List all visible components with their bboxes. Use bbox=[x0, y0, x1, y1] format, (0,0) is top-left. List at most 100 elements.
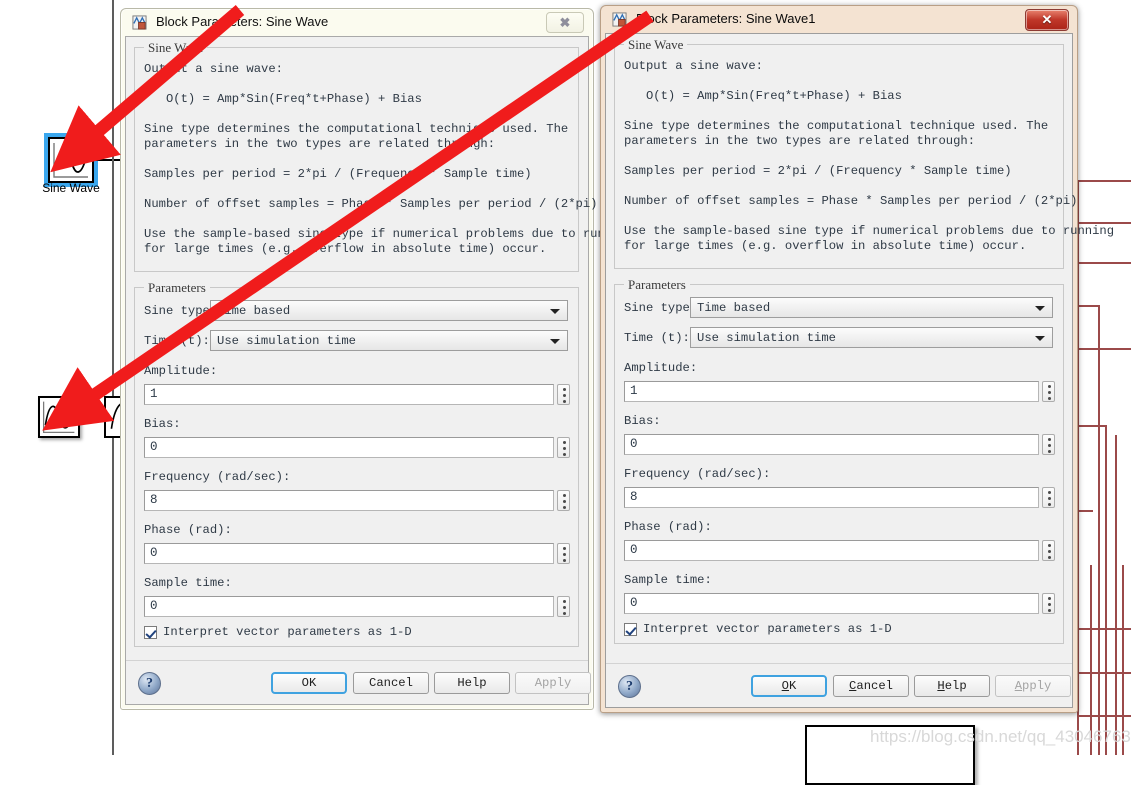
time-t-value: Use simulation time bbox=[697, 331, 836, 345]
description-text: Output a sine wave: O(t) = Amp*Sin(Freq*… bbox=[624, 59, 1115, 253]
frequency-input[interactable]: 8 bbox=[144, 490, 554, 511]
sample-time-input[interactable]: 0 bbox=[624, 593, 1039, 614]
bias-label: Bias: bbox=[624, 414, 661, 428]
sample-time-stepper[interactable] bbox=[557, 596, 570, 617]
help-info-icon[interactable]: ? bbox=[138, 672, 161, 695]
sample-time-label: Sample time: bbox=[624, 573, 712, 587]
chevron-down-icon bbox=[1035, 336, 1045, 341]
description-text: Output a sine wave: O(t) = Amp*Sin(Freq*… bbox=[144, 62, 634, 256]
time-t-value: Use simulation time bbox=[217, 334, 356, 348]
chevron-down-icon bbox=[1035, 306, 1045, 311]
parameters-group-title: Parameters bbox=[144, 280, 210, 296]
sample-time-input[interactable]: 0 bbox=[144, 596, 554, 617]
frequency-value: 8 bbox=[150, 493, 158, 507]
help-info-icon[interactable]: ? bbox=[618, 675, 641, 698]
bus-line-h-8 bbox=[1077, 628, 1131, 630]
parameters-group-title: Parameters bbox=[624, 277, 690, 293]
frequency-stepper[interactable] bbox=[557, 490, 570, 511]
bus-line-h-3 bbox=[1077, 262, 1131, 264]
block-parameters-dialog-sine-wave[interactable]: Block Parameters: Sine Wave ✖ Sine Wave … bbox=[120, 8, 634, 710]
dialog-titlebar[interactable]: Block Parameters: Sine Wave ✖ bbox=[120, 8, 594, 36]
frequency-input[interactable]: 8 bbox=[624, 487, 1039, 508]
sine-type-label: Sine type: bbox=[624, 301, 698, 315]
bias-label: Bias: bbox=[144, 417, 181, 431]
bus-line-h-7 bbox=[1077, 510, 1093, 512]
chevron-down-icon bbox=[550, 339, 560, 344]
phase-stepper[interactable] bbox=[557, 543, 570, 564]
simulink-block-icon bbox=[132, 15, 147, 30]
bias-stepper[interactable] bbox=[1042, 434, 1055, 455]
time-t-label: Time (t): bbox=[144, 334, 210, 348]
phase-input[interactable]: 0 bbox=[624, 540, 1039, 561]
block-parameters-dialog-sine-wave1[interactable]: Block Parameters: Sine Wave1 ✕ Sine Wave… bbox=[600, 5, 1114, 713]
ok-button-label-wrap[interactable]: OK bbox=[751, 675, 827, 697]
close-button[interactable]: ✕ bbox=[1025, 9, 1069, 31]
amplitude-input[interactable]: 1 bbox=[144, 384, 554, 405]
dialog-button-bar: ? OK Cancel Help Apply bbox=[606, 663, 1072, 707]
interpret-vector-label: Interpret vector parameters as 1-D bbox=[643, 622, 892, 636]
sample-time-stepper[interactable] bbox=[1042, 593, 1055, 614]
phase-value: 0 bbox=[630, 543, 638, 557]
help-button-label: Help bbox=[457, 676, 487, 690]
sine-wave-block-top-label: Sine Wave bbox=[42, 181, 100, 195]
cancel-button-label: Cancel bbox=[849, 679, 893, 693]
dialog-titlebar[interactable]: Block Parameters: Sine Wave1 ✕ bbox=[600, 5, 1078, 33]
help-button[interactable]: Help bbox=[434, 672, 510, 694]
amplitude-label: Amplitude: bbox=[144, 364, 218, 378]
sine-wave-glyph bbox=[53, 143, 88, 178]
help-button-label: Help bbox=[937, 679, 967, 693]
bias-stepper[interactable] bbox=[557, 437, 570, 458]
dialog-client-area: Sine Wave Output a sine wave: O(t) = Amp… bbox=[605, 33, 1114, 708]
time-t-combo[interactable]: Use simulation time bbox=[210, 330, 568, 351]
sine-wave-block-top[interactable] bbox=[44, 133, 98, 187]
phase-label: Phase (rad): bbox=[144, 523, 232, 537]
help-button-label-wrap[interactable]: Help bbox=[914, 675, 990, 697]
chevron-down-icon bbox=[550, 309, 560, 314]
sine-wave-block-bottom[interactable] bbox=[38, 396, 80, 438]
interpret-vector-checkbox[interactable] bbox=[144, 625, 157, 639]
frequency-value: 8 bbox=[630, 490, 638, 504]
dialog-title: Block Parameters: Sine Wave bbox=[156, 14, 329, 29]
sine-wave-glyph bbox=[42, 401, 75, 434]
apply-button: Apply bbox=[515, 672, 591, 694]
description-group: Sine Wave Output a sine wave: O(t) = Amp… bbox=[134, 40, 634, 272]
cancel-button-label-wrap[interactable]: Cancel bbox=[833, 675, 909, 697]
amplitude-stepper[interactable] bbox=[1042, 381, 1055, 402]
cancel-button[interactable]: Cancel bbox=[353, 672, 429, 694]
sine-type-label: Sine type: bbox=[144, 304, 218, 318]
phase-input[interactable]: 0 bbox=[144, 543, 554, 564]
simulink-block-icon bbox=[612, 12, 627, 27]
sine-type-combo[interactable]: Time based bbox=[210, 300, 568, 321]
bias-value: 0 bbox=[150, 440, 158, 454]
sample-time-value: 0 bbox=[150, 599, 158, 613]
bias-input[interactable]: 0 bbox=[144, 437, 554, 458]
phase-stepper[interactable] bbox=[1042, 540, 1055, 561]
interpret-vector-checkbox-row[interactable]: Interpret vector parameters as 1-D bbox=[144, 625, 412, 639]
ok-button[interactable]: OK bbox=[271, 672, 347, 694]
bias-input[interactable]: 0 bbox=[624, 434, 1039, 455]
description-group-title: Sine Wave bbox=[624, 37, 688, 53]
ok-button-label: OK bbox=[301, 676, 317, 690]
close-icon: ✖ bbox=[559, 14, 571, 30]
time-t-label: Time (t): bbox=[624, 331, 690, 345]
frequency-stepper[interactable] bbox=[1042, 487, 1055, 508]
time-t-combo[interactable]: Use simulation time bbox=[690, 327, 1053, 348]
sample-time-value: 0 bbox=[630, 596, 638, 610]
ok-button-label: OK bbox=[781, 679, 797, 693]
close-button[interactable]: ✖ bbox=[546, 12, 584, 33]
description-group: Sine Wave Output a sine wave: O(t) = Amp… bbox=[614, 37, 1114, 269]
sine-type-combo[interactable]: Time based bbox=[690, 297, 1053, 318]
amplitude-input[interactable]: 1 bbox=[624, 381, 1039, 402]
amplitude-stepper[interactable] bbox=[557, 384, 570, 405]
interpret-vector-checkbox-row[interactable]: Interpret vector parameters as 1-D bbox=[624, 622, 892, 636]
dialog-client-area: Sine Wave Output a sine wave: O(t) = Amp… bbox=[125, 36, 634, 705]
amplitude-value: 1 bbox=[150, 387, 158, 401]
interpret-vector-checkbox[interactable] bbox=[624, 622, 637, 636]
amplitude-label: Amplitude: bbox=[624, 361, 698, 375]
dialog-button-bar: ? OK Cancel Help Apply bbox=[126, 660, 591, 704]
sine-type-value: Time based bbox=[697, 301, 771, 315]
close-icon: ✕ bbox=[1041, 12, 1053, 27]
apply-button-label: Apply bbox=[534, 676, 572, 690]
frequency-label: Frequency (rad/sec): bbox=[624, 467, 771, 481]
apply-button-label-wrap: Apply bbox=[995, 675, 1071, 697]
